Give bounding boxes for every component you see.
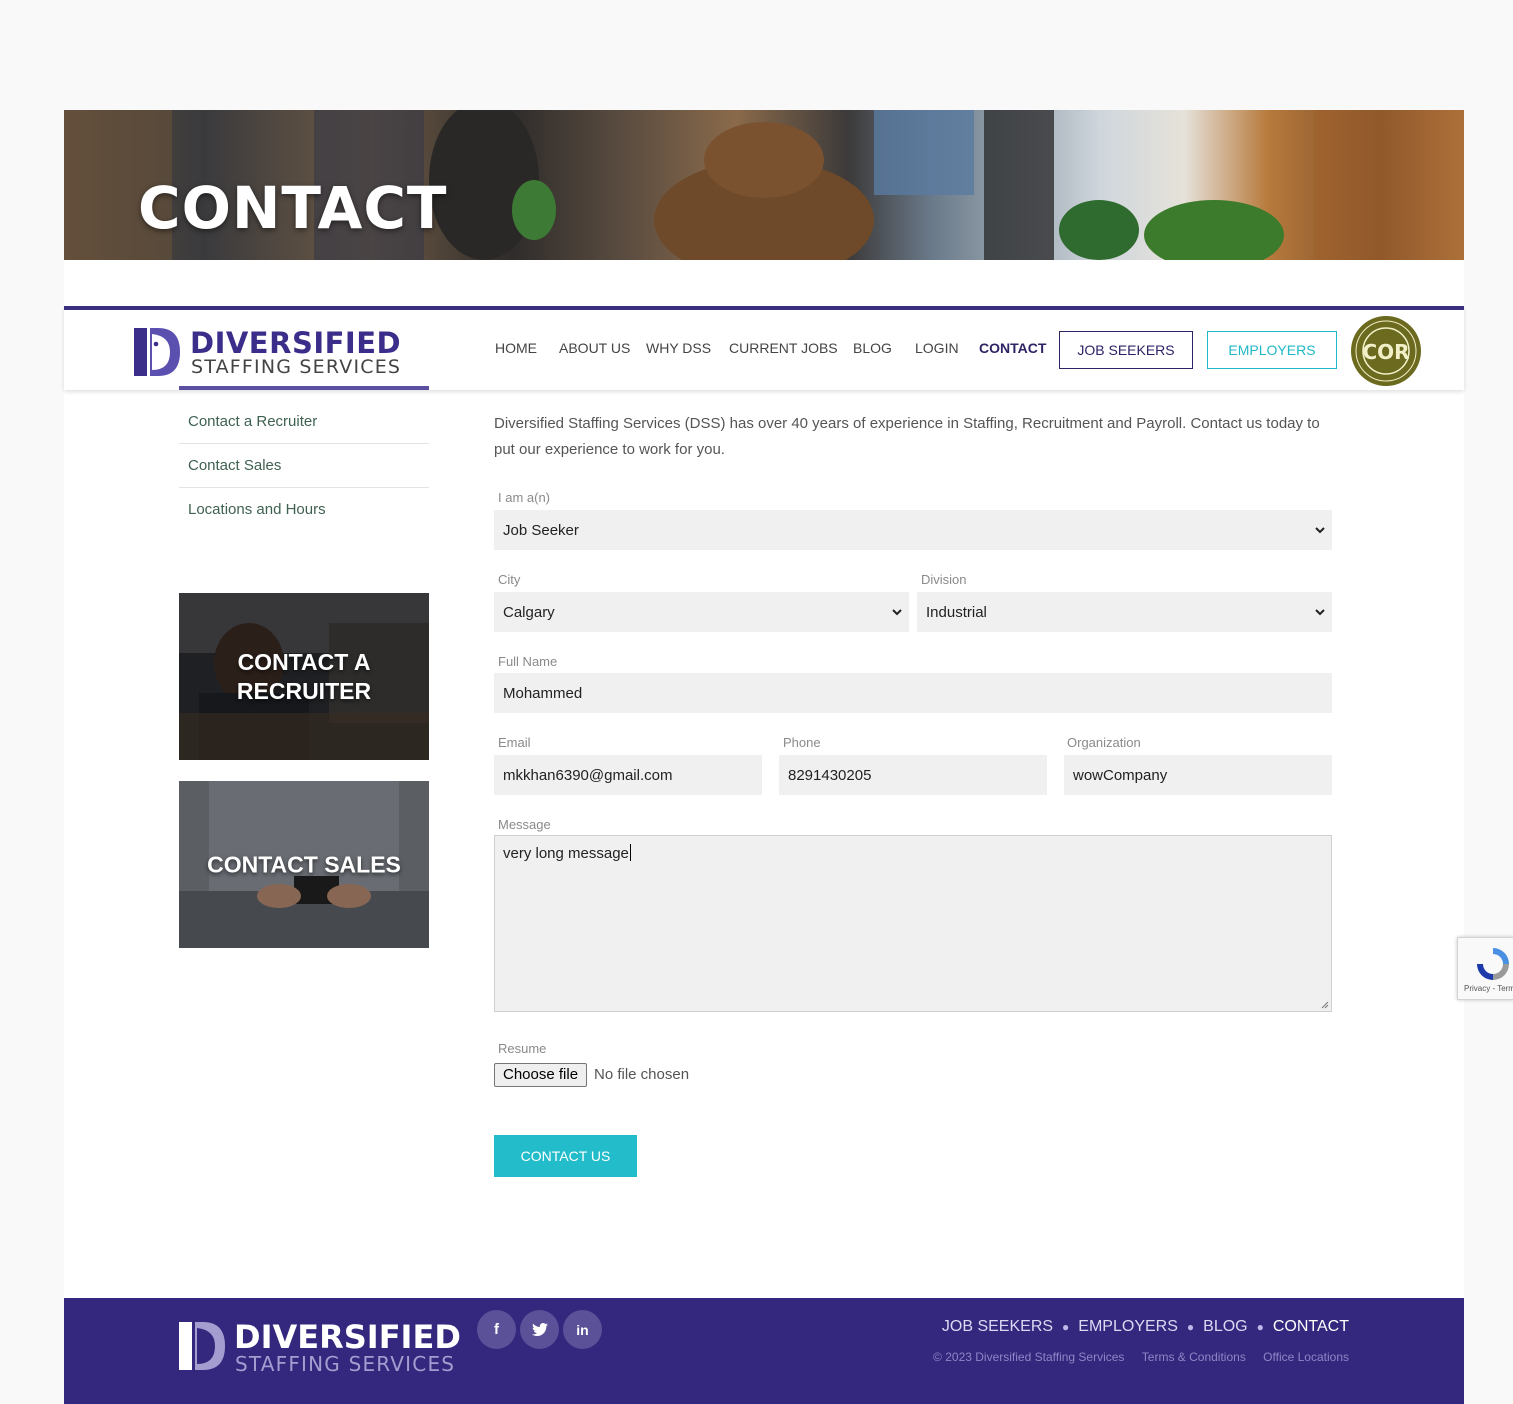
hero-banner: CONTACT bbox=[64, 110, 1464, 260]
footer-link-job-seekers[interactable]: JOB SEEKERS bbox=[942, 1318, 1053, 1335]
email-input[interactable]: mkkhan6390@gmail.com bbox=[494, 755, 762, 795]
page-title: CONTACT bbox=[138, 174, 448, 242]
cor-badge-text: COR bbox=[1362, 340, 1409, 364]
footer-logo[interactable]: DIVERSIFIED STAFFING SERVICES bbox=[179, 1318, 469, 1376]
recaptcha-icon bbox=[1477, 948, 1509, 980]
iam-select[interactable]: Job Seeker bbox=[494, 510, 1332, 550]
iam-label: I am a(n) bbox=[498, 490, 551, 505]
sidebar-menu: Contact a Recruiter Contact Sales Locati… bbox=[179, 400, 429, 531]
choose-file-button[interactable]: Choose file bbox=[494, 1063, 588, 1087]
chevron-down-icon bbox=[1315, 527, 1325, 534]
file-status-text: No file chosen bbox=[594, 1066, 690, 1083]
footer-link-terms[interactable]: Terms & Conditions bbox=[1142, 1350, 1246, 1364]
contact-sales-card[interactable]: CONTACT SALES bbox=[179, 781, 429, 948]
footer-logo-mark-icon bbox=[179, 1322, 225, 1370]
logo-word-diversified: DIVERSIFIED bbox=[190, 326, 402, 360]
logo-mark-icon bbox=[134, 328, 180, 376]
contact-sales-card-label: CONTACT SALES bbox=[207, 851, 401, 877]
message-textarea[interactable]: very long message bbox=[494, 835, 1332, 1012]
nav-blog[interactable]: BLOG bbox=[853, 340, 892, 356]
nav-contact[interactable]: CONTACT bbox=[979, 340, 1046, 356]
iam-select-value: Job Seeker bbox=[503, 521, 579, 539]
sidebar-item-contact-sales[interactable]: Contact Sales bbox=[179, 444, 429, 488]
phone-input[interactable]: 8291430205 bbox=[779, 755, 1047, 795]
resize-grip-icon[interactable] bbox=[1321, 1001, 1329, 1009]
footer-link-employers[interactable]: EMPLOYERS bbox=[1078, 1318, 1178, 1335]
sidebar-accent-bar bbox=[179, 386, 429, 390]
footer-logo-word-staffing: STAFFING SERVICES bbox=[235, 1352, 456, 1376]
contact-us-submit-button[interactable]: CONTACT US bbox=[494, 1135, 637, 1177]
nav-login[interactable]: LOGIN bbox=[915, 340, 959, 356]
job-seekers-button[interactable]: JOB SEEKERS bbox=[1059, 331, 1193, 369]
message-text: very long message bbox=[503, 845, 629, 862]
chevron-down-icon bbox=[892, 609, 902, 616]
footer-sub-links: © 2023 Diversified Staffing Services Ter… bbox=[933, 1350, 1349, 1364]
contact-recruiter-card[interactable]: CONTACT A RECRUITER bbox=[179, 593, 429, 760]
resume-label: Resume bbox=[498, 1041, 547, 1056]
phone-label: Phone bbox=[783, 735, 821, 750]
contact-recruiter-card-label: CONTACT A RECRUITER bbox=[236, 648, 372, 704]
footer-link-contact[interactable]: CONTACT bbox=[1273, 1318, 1349, 1335]
nav-about-us[interactable]: ABOUT US bbox=[559, 340, 630, 356]
organization-label: Organization bbox=[1067, 735, 1141, 750]
organization-input[interactable]: wowCompany bbox=[1064, 755, 1332, 795]
email-label: Email bbox=[498, 735, 531, 750]
fullname-label: Full Name bbox=[498, 654, 558, 669]
footer-link-blog[interactable]: BLOG bbox=[1203, 1318, 1247, 1335]
city-label: City bbox=[498, 572, 521, 587]
intro-text: Diversified Staffing Services (DSS) has … bbox=[494, 415, 1320, 458]
recaptcha-privacy-terms[interactable]: Privacy - Terms bbox=[1464, 984, 1513, 993]
logo-word-staffing: STAFFING SERVICES bbox=[191, 356, 402, 378]
footer-copyright: © 2023 Diversified Staffing Services bbox=[933, 1350, 1125, 1364]
nav-why-dss[interactable]: WHY DSS bbox=[646, 340, 711, 356]
city-select[interactable]: Calgary bbox=[494, 592, 909, 632]
sidebar-item-locations-hours[interactable]: Locations and Hours bbox=[179, 488, 429, 531]
twitter-bird-icon bbox=[531, 1322, 548, 1336]
facebook-icon[interactable]: f bbox=[477, 1310, 516, 1349]
site-logo[interactable]: DIVERSIFIED STAFFING SERVICES bbox=[134, 326, 434, 380]
chevron-down-icon bbox=[1315, 609, 1325, 616]
text-caret bbox=[629, 844, 631, 861]
nav-current-jobs[interactable]: CURRENT JOBS bbox=[729, 340, 838, 356]
employers-button[interactable]: EMPLOYERS bbox=[1207, 331, 1337, 369]
division-select[interactable]: Industrial bbox=[917, 592, 1332, 632]
division-select-value: Industrial bbox=[926, 603, 987, 621]
site-footer: DIVERSIFIED STAFFING SERVICES f in JOB S… bbox=[64, 1298, 1464, 1404]
linkedin-icon[interactable]: in bbox=[563, 1310, 602, 1349]
cor-certificate-badge: COR bbox=[1351, 316, 1421, 386]
footer-link-office-locations[interactable]: Office Locations bbox=[1263, 1350, 1349, 1364]
nav-home[interactable]: HOME bbox=[495, 340, 537, 356]
sidebar-item-contact-recruiter[interactable]: Contact a Recruiter bbox=[179, 400, 429, 444]
footer-logo-word-diversified: DIVERSIFIED bbox=[234, 1318, 461, 1356]
page-container: CONTACT DIVERSIFIED STAFFING SERVICES HO… bbox=[64, 110, 1464, 1404]
twitter-icon[interactable] bbox=[520, 1310, 559, 1349]
main-navbar: DIVERSIFIED STAFFING SERVICES HOME ABOUT… bbox=[64, 306, 1464, 390]
message-label: Message bbox=[498, 817, 551, 832]
city-select-value: Calgary bbox=[503, 603, 555, 621]
footer-nav: JOB SEEKERS ● EMPLOYERS ● BLOG ● CONTACT bbox=[941, 1318, 1349, 1335]
recaptcha-badge[interactable]: Privacy - Terms bbox=[1457, 937, 1513, 1000]
division-label: Division bbox=[921, 572, 967, 587]
fullname-input[interactable]: Mohammed bbox=[494, 673, 1332, 713]
